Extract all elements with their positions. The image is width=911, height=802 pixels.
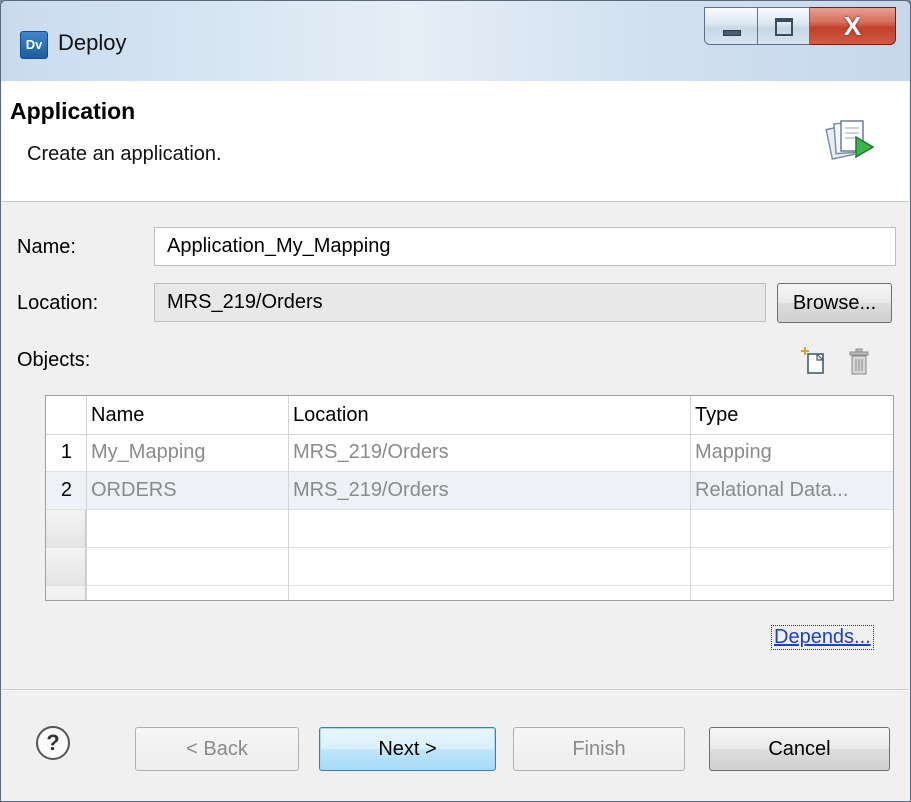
deploy-dialog: Dv Deploy X Application Create an applic…	[0, 0, 911, 802]
column-divider	[288, 396, 289, 600]
name-label: Name:	[17, 236, 76, 258]
location-label: Location:	[17, 292, 99, 314]
column-header-location[interactable]: Location	[288, 396, 690, 434]
row-number: 1	[60, 441, 72, 463]
minimize-icon	[723, 30, 741, 36]
app-logo-icon: Dv	[20, 31, 48, 59]
table-header: Name Location Type	[46, 396, 893, 435]
cell-type: Relational Data...	[695, 479, 849, 501]
finish-button[interactable]: Finish	[513, 727, 685, 771]
row-gutter	[46, 586, 86, 600]
application-deploy-icon	[825, 120, 875, 160]
column-header-type[interactable]: Type	[690, 396, 893, 434]
help-icon[interactable]: ?	[36, 726, 70, 760]
column-header-name[interactable]: Name	[86, 396, 288, 434]
table-row[interactable]: 2 ORDERS MRS_219/Orders Relational Data.…	[46, 472, 893, 510]
objects-label: Objects:	[17, 349, 91, 371]
depends-link[interactable]: Depends...	[771, 625, 874, 650]
minimize-button[interactable]	[704, 7, 758, 45]
maximize-button[interactable]	[758, 7, 810, 45]
back-button[interactable]: < Back	[135, 727, 299, 771]
row-gutter	[46, 548, 86, 585]
page-title: Application	[10, 98, 136, 124]
next-button[interactable]: Next >	[319, 727, 496, 771]
location-field: MRS_219/Orders	[154, 283, 766, 322]
row-number: 2	[60, 479, 72, 501]
add-object-icon[interactable]	[799, 345, 827, 377]
window-title: Deploy	[58, 30, 127, 55]
browse-button[interactable]: Browse...	[777, 283, 892, 323]
close-button[interactable]: X	[810, 7, 896, 45]
name-field[interactable]: Application_My_Mapping	[154, 227, 896, 266]
table-row-empty	[46, 510, 893, 548]
table-row[interactable]: 1 My_Mapping MRS_219/Orders Mapping	[46, 434, 893, 472]
row-gutter	[46, 510, 86, 547]
wizard-header: Application Create an application.	[2, 81, 909, 202]
cell-type: Mapping	[695, 441, 772, 463]
maximize-icon	[775, 18, 793, 36]
cell-name: ORDERS	[91, 479, 177, 501]
page-description: Create an application.	[27, 143, 222, 165]
column-divider	[690, 396, 691, 600]
cell-location: MRS_219/Orders	[293, 479, 449, 501]
footer-separator	[2, 689, 909, 691]
table-row-empty	[46, 548, 893, 586]
objects-table: Name Location Type 1 My_Mapping MRS_219/…	[45, 395, 894, 601]
close-icon: X	[843, 11, 862, 41]
column-divider	[86, 396, 87, 600]
title-bar[interactable]: Dv Deploy X	[1, 1, 910, 81]
table-row-empty	[46, 586, 893, 600]
cancel-button[interactable]: Cancel	[709, 727, 890, 771]
cell-name: My_Mapping	[91, 441, 206, 463]
caption-buttons: X	[704, 7, 896, 47]
cell-location: MRS_219/Orders	[293, 441, 449, 463]
delete-icon[interactable]	[847, 347, 871, 377]
